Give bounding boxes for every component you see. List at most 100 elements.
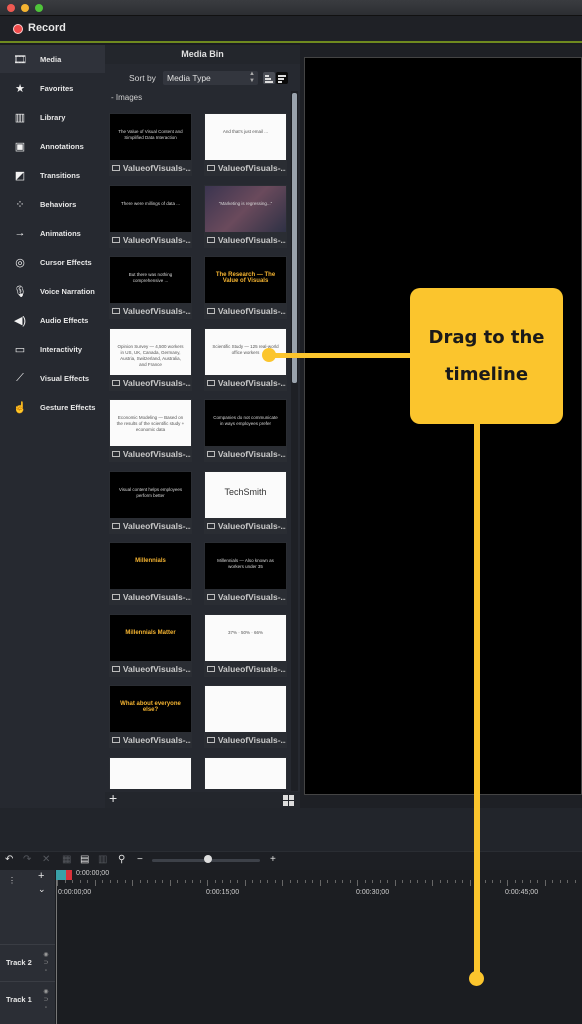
ruler-tick [304, 880, 306, 883]
star-icon: ★ [15, 82, 25, 95]
sidebar-item-animations[interactable]: → Animations [0, 219, 105, 247]
cut-icon[interactable]: ✕ [42, 854, 50, 865]
media-tile[interactable]: There were millings of data ... ValueofVi… [109, 184, 192, 248]
track-visibility-lock-icons[interactable]: ◉ ⊃ ▫ [40, 951, 52, 975]
playhead-end-handle[interactable] [66, 870, 72, 880]
media-caption: ValueofVisuals-... [205, 733, 286, 747]
maximize-window-button[interactable] [35, 4, 43, 12]
media-tile[interactable]: The Research — The Value of Visuals Value… [204, 256, 287, 319]
add-media-button[interactable]: + [109, 790, 117, 806]
sort-descending-button[interactable] [276, 72, 288, 84]
track-height-slider[interactable]: ⋮ [8, 876, 16, 885]
media-filename: ValueofVisuals-... [217, 449, 286, 459]
media-thumbnail [205, 686, 286, 732]
playhead-start-handle[interactable] [56, 870, 66, 880]
ruler-tick [357, 880, 358, 886]
add-track-button[interactable]: + [38, 870, 44, 882]
media-tile[interactable]: But there was nothing comprehensive ... V… [109, 256, 192, 319]
paste-icon[interactable]: ▤ [80, 854, 89, 865]
interactivity-icon: ▭ [14, 343, 26, 356]
media-tile[interactable]: Companies do not communicate in ways emp… [204, 399, 287, 462]
thumbnail-text: 37% · 50% · 66% [227, 629, 264, 635]
media-tile[interactable]: The Value of Visual Content and Simplifi… [109, 113, 192, 176]
media-filename: ValueofVisuals-... [122, 449, 191, 459]
sidebar-item-transitions[interactable]: ◩ Transitions [0, 161, 105, 189]
redo-icon[interactable]: ↷ [23, 854, 31, 865]
preview-canvas[interactable] [304, 57, 582, 795]
undo-icon[interactable]: ↶ [5, 854, 13, 865]
sort-ascending-button[interactable] [263, 72, 275, 84]
ruler-tick [154, 880, 156, 883]
media-tile[interactable]: Economic Modeling — Based on the results… [109, 399, 192, 462]
sidebar-item-audio-effects[interactable]: ◀) Audio Effects [0, 306, 105, 334]
sidebar-item-label: Interactivity [40, 344, 83, 354]
media-tile[interactable]: TechSmith ValueofVisuals-... [204, 470, 287, 534]
track-row-1[interactable]: Track 1 ◉ ⊃ ▫ [0, 981, 55, 1017]
media-bin: Media Bin Sort by Media Type ▲ ▼ - Images… [105, 45, 300, 808]
media-tile[interactable]: What about everyone else? ValueofVisuals-… [109, 685, 192, 748]
close-window-button[interactable] [7, 4, 15, 12]
media-thumbnail: And that's just email ... [205, 114, 286, 160]
sidebar-item-voice-narration[interactable]: 🎙 Voice Narration [0, 277, 105, 305]
sort-by-select[interactable]: Media Type ▲ ▼ [163, 71, 258, 85]
sidebar-item-media[interactable]: 🎞 Media [0, 45, 105, 73]
sidebar-item-favorites[interactable]: ★ Favorites [0, 74, 105, 102]
media-tile[interactable] [109, 756, 192, 789]
timeline-spacer [0, 808, 582, 852]
scrollbar-thumb[interactable] [292, 93, 297, 383]
timeline-tracks[interactable] [57, 900, 582, 1024]
zoom-search-icon[interactable]: ⚲ [118, 854, 125, 865]
sidebar-item-cursor-effects[interactable]: ◎ Cursor Effects [0, 248, 105, 276]
sidebar-item-behaviors[interactable]: ⁘ Behaviors [0, 190, 105, 218]
image-icon [207, 308, 215, 314]
ruler-tick [552, 880, 553, 883]
callout-text: Drag to the timeline [428, 327, 545, 385]
media-tile[interactable]: Millennials Matter ValueofVisuals-... [109, 613, 192, 677]
sidebar-item-annotations[interactable]: ▣ Annotations [0, 132, 105, 160]
media-tile[interactable]: "Marketing is regressing..." ValueofVisua… [204, 184, 287, 248]
sidebar-item-gesture-effects[interactable]: ☝ Gesture Effects [0, 393, 105, 421]
minimize-window-button[interactable] [21, 4, 29, 12]
media-tile[interactable]: Opinion Survey — 4,500 workers in US, UK… [109, 327, 192, 391]
media-thumbnail: TechSmith [205, 471, 286, 518]
media-filename: ValueofVisuals-... [122, 163, 191, 173]
thumbnail-text: Millennials Matter [125, 629, 176, 636]
sidebar-item-interactivity[interactable]: ▭ Interactivity [0, 335, 105, 363]
track-visibility-lock-icons[interactable]: ◉ ⊃ ▫ [40, 988, 52, 1012]
media-caption: ValueofVisuals-... [205, 519, 286, 533]
collapse-tracks-button[interactable]: ⌄ [38, 884, 46, 895]
playhead-line[interactable] [56, 880, 57, 1024]
ruler-tick [447, 880, 448, 883]
sidebar-item-label: Transitions [40, 170, 81, 180]
zoom-in-icon[interactable]: + [270, 854, 276, 865]
media-tile[interactable]: 37% · 50% · 66% ValueofVisuals-... [204, 613, 287, 677]
media-tile[interactable]: Millennials ValueofVisuals-... [109, 542, 192, 605]
media-tile[interactable]: Millennials — Also known as workers unde… [204, 542, 287, 605]
media-tile[interactable]: ValueofVisuals-... [204, 685, 287, 748]
sidebar-item-visual-effects[interactable]: ⟋ Visual Effects [0, 364, 105, 392]
image-icon [112, 236, 120, 243]
media-tile[interactable]: Visual content helps employees perform b… [109, 470, 192, 534]
sidebar-item-label: Annotations [40, 141, 84, 151]
ruler-tick [327, 880, 328, 883]
media-tile[interactable] [204, 756, 287, 789]
images-section-header[interactable]: - Images [111, 93, 142, 102]
split-icon[interactable]: ▥ [98, 854, 107, 865]
ruler-tick [439, 880, 441, 883]
grid-view-button[interactable] [283, 795, 294, 806]
ruler-tick [454, 880, 456, 883]
sidebar-item-library[interactable]: ▥ Library [0, 103, 105, 131]
ruler-tick [424, 880, 426, 883]
record-button[interactable]: Record [28, 22, 66, 34]
record-icon[interactable] [13, 24, 23, 34]
callout-target-dot [469, 971, 484, 986]
media-caption: ValueofVisuals-... [205, 376, 286, 390]
track-row-2[interactable]: Track 2 ◉ ⊃ ▫ [0, 944, 55, 980]
image-icon [112, 737, 120, 743]
media-tile[interactable]: And that's just email ... ValueofVisuals-… [204, 113, 287, 176]
copy-icon[interactable]: ▦ [62, 854, 71, 865]
zoom-out-icon[interactable]: − [137, 854, 143, 865]
ruler-tick [514, 880, 516, 883]
image-icon [207, 737, 215, 743]
ruler-tick [207, 880, 208, 886]
